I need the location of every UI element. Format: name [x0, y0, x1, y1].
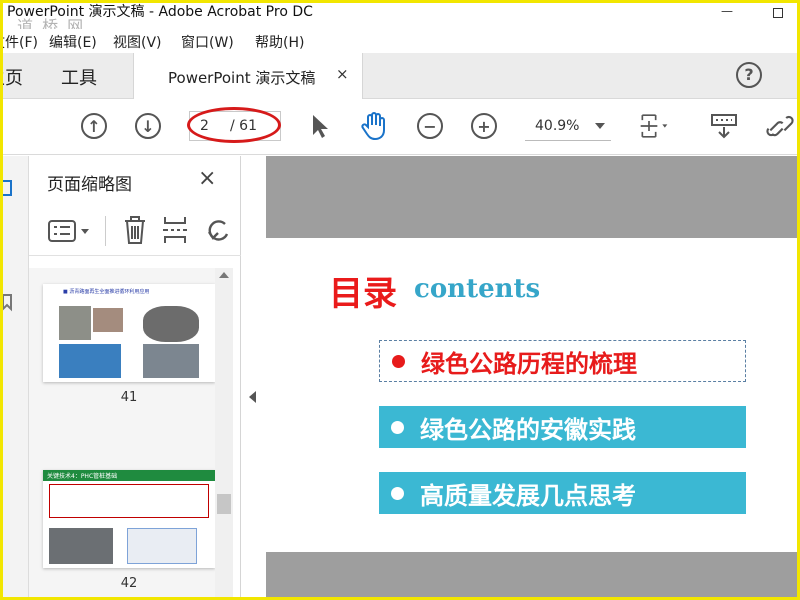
thumbnail-scrollbar[interactable] — [215, 268, 233, 597]
link-button[interactable] — [765, 111, 795, 141]
panel-title: 页面缩略图 — [47, 175, 132, 195]
thumbnail-options-icon[interactable] — [47, 217, 93, 247]
thumbnail-header-bar: 关键技术4：PHC管桩基础 — [43, 470, 215, 481]
help-icon[interactable]: ? — [736, 62, 762, 88]
toc-text: 高质量发展几点思考 — [420, 481, 636, 510]
rotate-icon[interactable] — [205, 214, 231, 246]
plus-icon: + — [471, 113, 497, 139]
scroll-up-icon[interactable] — [219, 272, 229, 278]
thumbnail-page-number: 41 — [120, 390, 138, 405]
thumbnail-photo — [59, 344, 121, 378]
hand-icon — [361, 112, 385, 141]
tab-tools[interactable]: 工具 — [61, 64, 97, 90]
zoom-out-button[interactable]: − — [415, 111, 445, 141]
document-view[interactable]: 目录 contents 绿色公路历程的梳理 绿色公路的安徽实践 高质量发展几点思… — [266, 156, 797, 597]
scroll-thumb[interactable] — [217, 494, 231, 514]
toc-text: 绿色公路的安徽实践 — [420, 415, 636, 444]
app-window: PowerPoint 演示文稿 - Adobe Acrobat Pro DC 道… — [0, 0, 800, 600]
toc-text: 绿色公路历程的梳理 — [421, 349, 637, 378]
close-tab-icon[interactable]: × — [336, 65, 349, 83]
cursor-arrow-icon — [313, 115, 328, 138]
menu-edit[interactable]: 编辑(E) — [49, 32, 97, 52]
thumbnails-panel: 页面缩略图 × ■ 沥青路面再生全面推进循环利用应用 41 关键技术4：PHC管… — [0, 156, 241, 597]
minimize-icon[interactable]: — — [721, 4, 733, 18]
zoom-in-button[interactable]: + — [469, 111, 499, 141]
previous-page-button[interactable]: ↑ — [79, 111, 109, 141]
menu-window[interactable]: 窗口(W) — [181, 32, 234, 52]
thumbnail-page-number: 42 — [120, 576, 138, 591]
thumbnail-page-41[interactable]: ■ 沥青路面再生全面推进循环利用应用 — [43, 284, 215, 382]
tab-bar: 主页 工具 PowerPoint 演示文稿 × ? — [3, 53, 797, 99]
toc-item-2[interactable]: 绿色公路的安徽实践 — [379, 406, 746, 448]
tool-divider — [105, 216, 106, 246]
slide-page: 目录 contents 绿色公路历程的梳理 绿色公路的安徽实践 高质量发展几点思… — [266, 156, 797, 597]
panel-toolbar — [29, 208, 241, 256]
bullet-icon — [392, 354, 405, 368]
extract-pages-icon[interactable] — [161, 214, 189, 246]
slide-top-band — [266, 156, 797, 238]
slide-bottom-band — [266, 552, 797, 597]
toc-item-1[interactable]: 绿色公路历程的梳理 — [379, 340, 746, 382]
toc-item-3[interactable]: 高质量发展几点思考 — [379, 472, 746, 514]
arrow-down-icon: ↓ — [135, 113, 161, 139]
menu-file[interactable]: 文件(F) — [3, 32, 38, 52]
tab-document[interactable]: PowerPoint 演示文稿 × — [133, 53, 363, 99]
thumbnail-photo — [143, 306, 199, 342]
thumbnail-caption: ■ 沥青路面再生全面推进循环利用应用 — [63, 289, 150, 295]
tab-home[interactable]: 主页 — [3, 64, 23, 90]
restore-icon[interactable] — [773, 8, 783, 18]
thumbnail-photo — [59, 306, 91, 340]
zoom-value: 40.9% — [535, 118, 580, 134]
thumbnail-photo — [93, 308, 123, 332]
close-panel-icon[interactable]: × — [198, 166, 216, 191]
chevron-down-icon — [595, 123, 605, 129]
thumbnail-list[interactable]: ■ 沥青路面再生全面推进循环利用应用 41 关键技术4：PHC管桩基础 42 — [29, 268, 215, 597]
bullet-icon — [391, 420, 404, 434]
next-page-button[interactable]: ↓ — [133, 111, 163, 141]
trash-icon[interactable] — [121, 214, 149, 246]
keyboard-scroll-icon — [711, 114, 737, 139]
slide-title-en: contents — [414, 274, 541, 304]
link-icon — [766, 115, 794, 137]
minus-icon: − — [417, 113, 443, 139]
menu-bar: 文件(F) 编辑(E) 视图(V) 窗口(W) 帮助(H) — [3, 29, 797, 53]
menu-view[interactable]: 视图(V) — [113, 32, 162, 52]
menu-help[interactable]: 帮助(H) — [255, 32, 304, 52]
hand-tool-button[interactable] — [359, 111, 389, 141]
slide-title-cn: 目录 — [329, 274, 397, 314]
fit-page-button[interactable] — [639, 111, 669, 141]
thumbnail-text-box — [49, 484, 209, 518]
navigation-rail — [0, 156, 29, 597]
thumbnail-diagram — [127, 528, 197, 564]
bookmark-icon[interactable] — [0, 292, 15, 312]
annotation-ellipse — [187, 107, 281, 143]
fit-page-icon — [640, 114, 668, 138]
tab-document-label: PowerPoint 演示文稿 — [168, 69, 316, 87]
thumbnail-photo — [143, 344, 199, 378]
toolbar: ↑ ↓ 2 / 61 − + 40.9% — [3, 99, 797, 155]
pages-icon[interactable] — [0, 178, 15, 198]
thumbnail-page-42[interactable]: 关键技术4：PHC管桩基础 — [43, 470, 215, 568]
collapse-panel-icon[interactable] — [249, 391, 256, 403]
arrow-up-icon: ↑ — [81, 113, 107, 139]
zoom-select[interactable]: 40.9% — [525, 113, 611, 141]
scroll-mode-button[interactable] — [709, 111, 739, 141]
thumbnail-photo — [49, 528, 113, 564]
bullet-icon — [391, 486, 404, 500]
title-bar: PowerPoint 演示文稿 - Adobe Acrobat Pro DC 道… — [3, 3, 797, 36]
select-tool-button[interactable] — [305, 111, 335, 141]
thumbnail-heading: 关键技术4：PHC管桩基础 — [47, 473, 118, 480]
